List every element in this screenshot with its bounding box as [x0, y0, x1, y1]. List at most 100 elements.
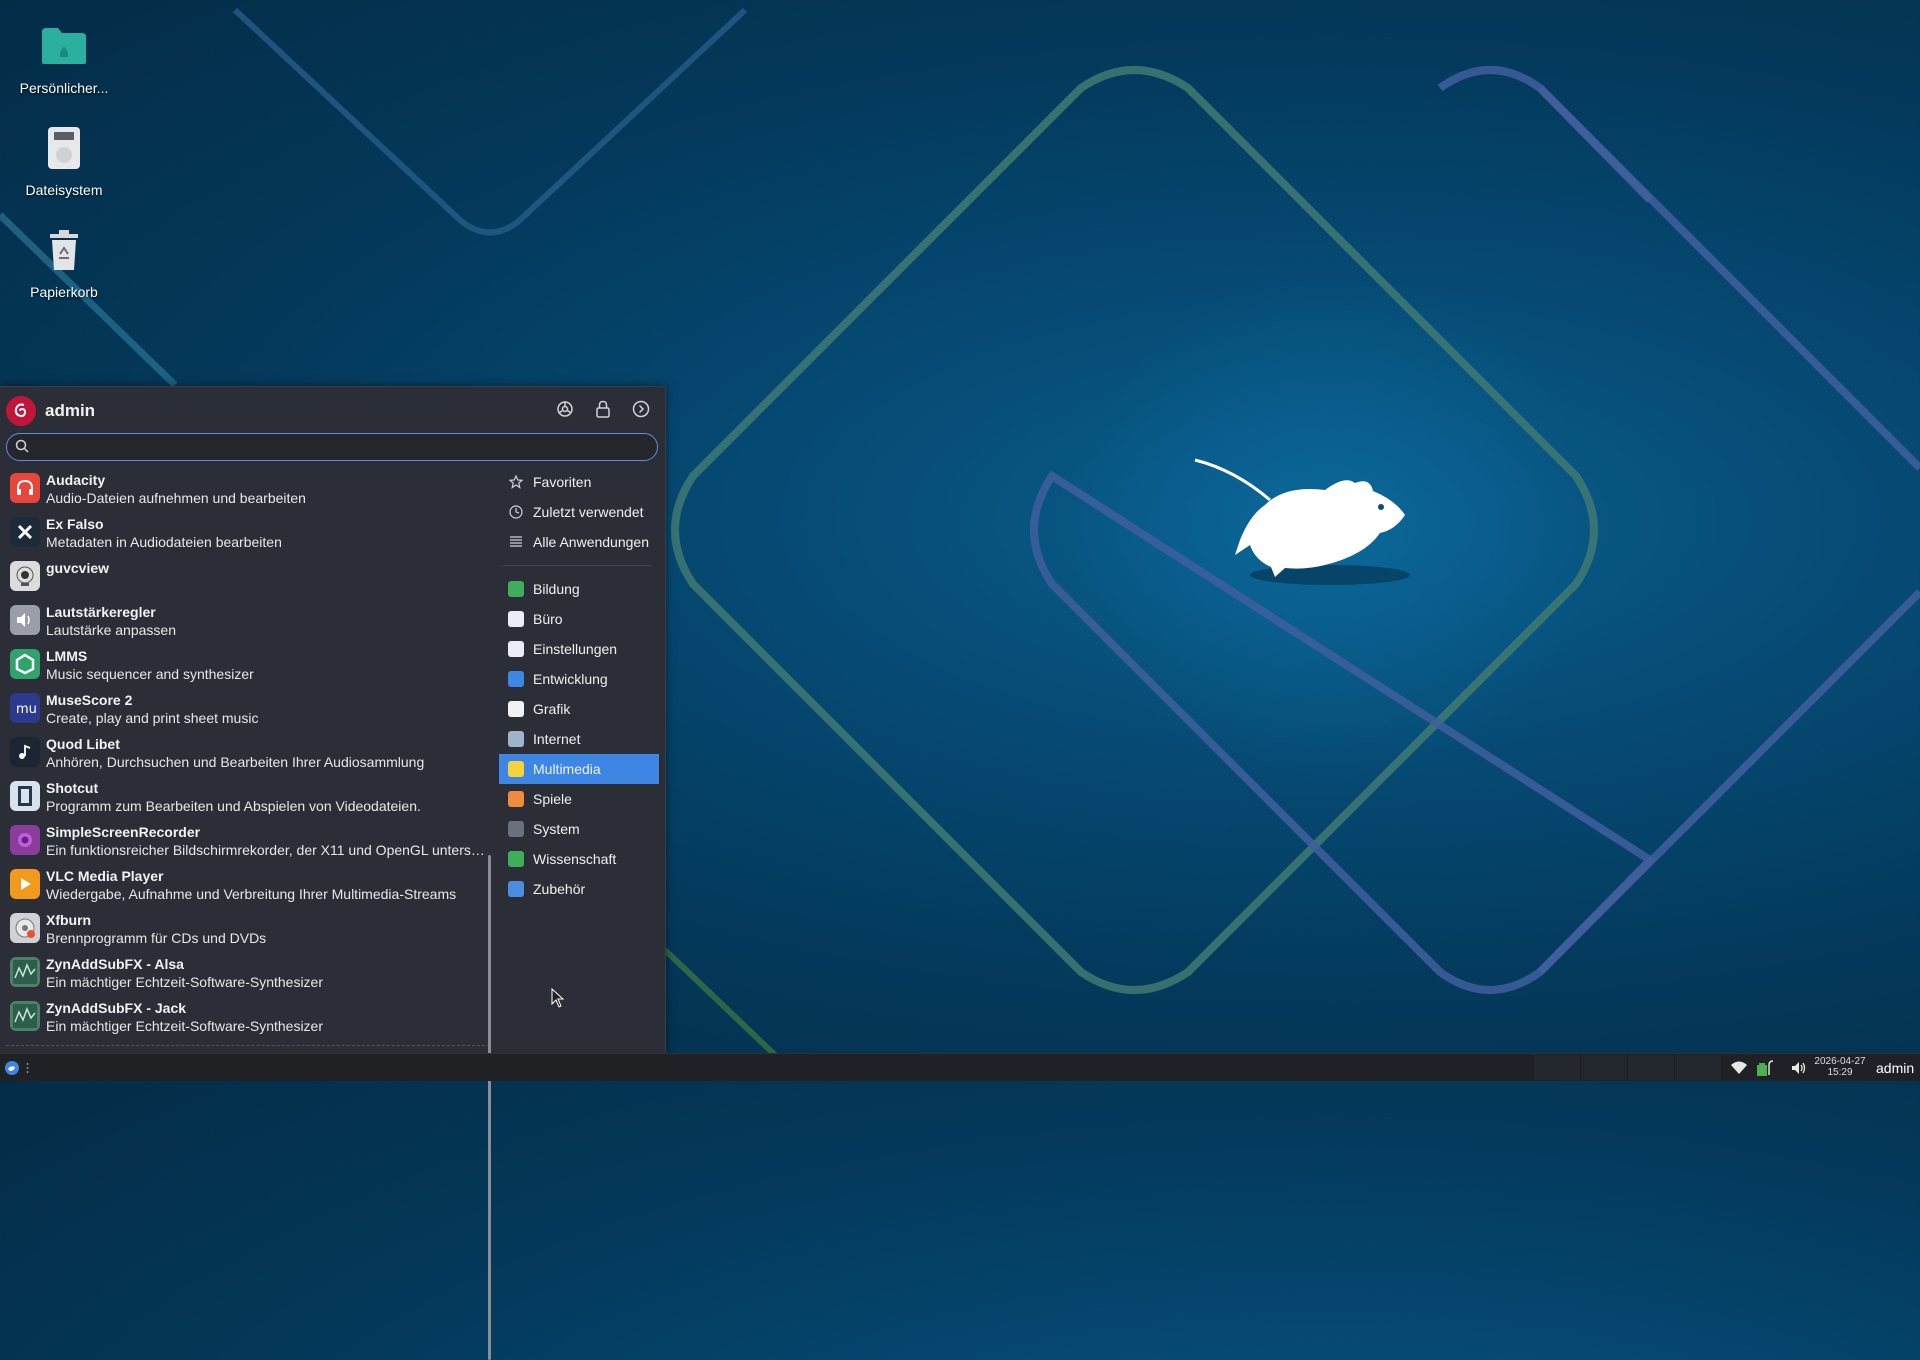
- panel-clock[interactable]: 2026-04-27 15:29: [1806, 1056, 1874, 1078]
- volume-icon[interactable]: [1791, 1054, 1807, 1081]
- clock-time: 15:29: [1827, 1067, 1853, 1078]
- app-name: Quod Libet: [46, 736, 120, 752]
- app-item-lautstärkeregler[interactable]: Lautstärkeregler Lautstärke anpassen: [6, 599, 490, 643]
- workspace-1[interactable]: [1534, 1055, 1581, 1080]
- category-einstellungen[interactable]: Einstellungen: [499, 634, 659, 664]
- app-item-simplescreenrecorder[interactable]: SimpleScreenRecorder Ein funktionsreicher…: [6, 819, 490, 863]
- search-input[interactable]: [35, 436, 639, 458]
- app-name: ZynAddSubFX - Alsa: [46, 956, 184, 972]
- category-label: Favoriten: [533, 474, 592, 490]
- application-list-scrollbar[interactable]: [488, 855, 491, 1360]
- app-name: LMMS: [46, 648, 88, 664]
- app-description: Create, play and print sheet music: [46, 710, 259, 726]
- app-name: SimpleScreenRecorder: [46, 824, 201, 840]
- workspace-3[interactable]: [1628, 1055, 1675, 1080]
- search-icon: [15, 439, 29, 458]
- app-name: Lautstärkeregler: [46, 604, 156, 620]
- whisker-menu-button[interactable]: [4, 1054, 20, 1081]
- system-icon: [507, 820, 525, 838]
- panel-user-menu[interactable]: admin: [1876, 1060, 1914, 1076]
- category-multimedia[interactable]: Multimedia: [499, 754, 659, 784]
- app-name: ZynAddSubFX - Jack: [46, 1000, 187, 1016]
- home-folder-icon: [36, 18, 92, 74]
- graphics-icon: [507, 700, 525, 718]
- menu-username: admin: [45, 401, 96, 420]
- category-entwicklung[interactable]: Entwicklung: [499, 664, 659, 694]
- application-list: Audacity Audio-Dateien aufnehmen und bear…: [6, 467, 490, 1046]
- app-item-lmms[interactable]: LMMS Music sequencer and synthesizer: [6, 643, 490, 687]
- webcam-icon: [10, 561, 40, 591]
- avatar: [6, 396, 36, 426]
- development-icon: [507, 670, 525, 688]
- bottom-panel: 2026-04-27 15:29 admin: [0, 1053, 1920, 1081]
- app-description: Audio-Dateien aufnehmen und bearbeiten: [46, 490, 306, 506]
- app-item-zynaddsubfx-alsa[interactable]: ZynAddSubFX - Alsa Ein mächtiger Echtzeit…: [6, 951, 490, 995]
- app-item-zynaddsubfx-jack[interactable]: ZynAddSubFX - Jack Ein mächtiger Echtzeit…: [6, 995, 490, 1039]
- app-item-xfburn[interactable]: Xfburn Brennprogramm für CDs und DVDs: [6, 907, 490, 951]
- category-büro[interactable]: Büro: [499, 604, 659, 634]
- category-wissenschaft[interactable]: Wissenschaft: [499, 844, 659, 874]
- music-note-icon: [10, 737, 40, 767]
- category-grafik[interactable]: Grafik: [499, 694, 659, 724]
- app-description: Ein funktionsreicher Bildschirmrekorder,…: [46, 842, 486, 858]
- category-label: Grafik: [533, 701, 571, 717]
- star-icon: [507, 473, 525, 491]
- app-name: Ex Falso: [46, 516, 104, 532]
- app-item-musescore-2[interactable]: mu MuseScore 2 Create, play and print shee…: [6, 687, 490, 731]
- disc-burn-icon: [10, 913, 40, 943]
- app-name: MuseScore 2: [46, 692, 133, 708]
- desktop-icon-home[interactable]: Persönlicher...: [8, 18, 120, 96]
- app-description: Ein mächtiger Echtzeit-Software-Synthesi…: [46, 1018, 323, 1034]
- category-system[interactable]: System: [499, 814, 659, 844]
- app-item-audacity[interactable]: Audacity Audio-Dateien aufnehmen und bear…: [6, 467, 490, 511]
- app-name: Audacity: [46, 472, 106, 488]
- app-item-shotcut[interactable]: Shotcut Programm zum Bearbeiten und Abspi…: [6, 775, 490, 819]
- desktop-icon-filesystem[interactable]: Dateisystem: [8, 120, 120, 198]
- category-label: Büro: [533, 611, 563, 627]
- app-item-quod-libet[interactable]: Quod Libet Anhören, Durchsuchen und Bearb…: [6, 731, 490, 775]
- battery-icon[interactable]: [1755, 1054, 1777, 1081]
- clock-date: 2026-04-27: [1814, 1056, 1866, 1067]
- app-description: Programm zum Bearbeiten und Abspielen vo…: [46, 798, 421, 814]
- workspace-2[interactable]: [1581, 1055, 1628, 1080]
- category-label: Bildung: [533, 581, 580, 597]
- app-description: Anhören, Durchsuchen und Bearbeiten Ihre…: [46, 754, 425, 770]
- synth-icon: [10, 957, 40, 987]
- category-favoriten[interactable]: Favoriten: [499, 467, 659, 497]
- menu-header: admin: [6, 395, 659, 427]
- clock-icon: [507, 503, 525, 521]
- category-bildung[interactable]: Bildung: [499, 574, 659, 604]
- desktop-icon-label: Persönlicher...: [19, 80, 109, 96]
- search-field[interactable]: [6, 433, 658, 461]
- multimedia-icon: [507, 760, 525, 778]
- app-item-guvcview[interactable]: guvcview: [6, 555, 490, 599]
- record-icon: [10, 825, 40, 855]
- category-label: Alle Anwendungen: [533, 534, 649, 550]
- workspace-4[interactable]: [1675, 1055, 1722, 1080]
- category-label: Einstellungen: [533, 641, 618, 657]
- list-icon: [507, 533, 525, 551]
- category-list: Favoriten Zuletzt verwendet Alle Anwendung…: [499, 467, 659, 904]
- panel-separator-handle: [26, 1054, 29, 1081]
- app-item-vlc-media-player[interactable]: VLC Media Player Wiedergabe, Aufnahme und…: [6, 863, 490, 907]
- tag-icon: [10, 517, 40, 547]
- settings-icon: [557, 401, 573, 417]
- network-icon[interactable]: [1730, 1054, 1748, 1081]
- app-item-ex-falso[interactable]: Ex Falso Metadaten in Audiodateien bearbe…: [6, 511, 490, 555]
- category-spiele[interactable]: Spiele: [499, 784, 659, 814]
- play-icon: [10, 869, 40, 899]
- education-icon: [507, 580, 525, 598]
- app-name: guvcview: [46, 560, 110, 576]
- logout-button[interactable]: [629, 397, 653, 421]
- desktop-icon-trash[interactable]: Papierkorb: [8, 222, 120, 300]
- category-alle-anwendungen[interactable]: Alle Anwendungen: [499, 527, 659, 557]
- lock-screen-button[interactable]: [591, 397, 615, 421]
- lmms-icon: [10, 649, 40, 679]
- app-description: Wiedergabe, Aufnahme und Verbreitung Ihr…: [46, 886, 457, 902]
- category-internet[interactable]: Internet: [499, 724, 659, 754]
- settings-manager-button[interactable]: [553, 397, 577, 421]
- app-description: Metadaten in Audiodateien bearbeiten: [46, 534, 282, 550]
- lock-icon: [596, 400, 610, 418]
- category-zuletzt-verwendet[interactable]: Zuletzt verwendet: [499, 497, 659, 527]
- category-zubehör[interactable]: Zubehör: [499, 874, 659, 904]
